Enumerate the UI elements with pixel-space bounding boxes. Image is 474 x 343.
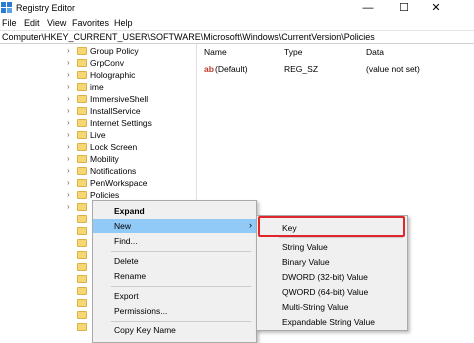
chevron-right-icon[interactable]: › bbox=[67, 178, 70, 187]
folder-icon bbox=[77, 287, 87, 295]
chevron-right-icon[interactable]: › bbox=[67, 82, 70, 91]
tree-item[interactable]: › PenWorkspace bbox=[0, 178, 195, 190]
string-value-icon: ab bbox=[204, 64, 214, 74]
context-menu: Expand New › Find... Delete Rename Export… bbox=[92, 200, 257, 343]
folder-icon bbox=[77, 227, 87, 235]
submenu-item-string-value[interactable]: String Value bbox=[257, 240, 407, 254]
folder-icon bbox=[77, 47, 87, 55]
submenu-item-dword-value[interactable]: DWORD (32-bit) Value bbox=[257, 270, 407, 284]
menu-separator bbox=[279, 237, 403, 238]
chevron-right-icon: › bbox=[249, 220, 252, 230]
title-bar: Registry Editor — ☐ ✕ bbox=[0, 0, 474, 17]
close-button[interactable]: ✕ bbox=[422, 0, 450, 17]
address-bar[interactable]: Computer\HKEY_CURRENT_USER\SOFTWARE\Micr… bbox=[0, 30, 474, 44]
address-path[interactable]: Computer\HKEY_CURRENT_USER\SOFTWARE\Micr… bbox=[2, 32, 375, 42]
value-name: (Default) bbox=[215, 64, 248, 74]
folder-icon bbox=[77, 275, 87, 283]
folder-icon bbox=[77, 71, 87, 79]
folder-icon bbox=[77, 203, 87, 211]
folder-icon bbox=[77, 215, 87, 223]
tree-item[interactable]: › Mobility bbox=[0, 154, 195, 166]
folder-icon bbox=[77, 311, 87, 319]
chevron-right-icon[interactable]: › bbox=[67, 94, 70, 103]
chevron-right-icon[interactable]: › bbox=[67, 46, 70, 55]
menu-separator bbox=[111, 321, 251, 322]
folder-icon bbox=[77, 107, 87, 115]
menu-item-export[interactable]: Export bbox=[93, 289, 256, 303]
menu-separator bbox=[111, 286, 251, 287]
folder-icon bbox=[77, 299, 87, 307]
tree-item[interactable]: › Notifications bbox=[0, 166, 195, 178]
menu-file[interactable]: File bbox=[2, 18, 17, 28]
menu-item-delete[interactable]: Delete bbox=[93, 254, 256, 268]
folder-icon bbox=[77, 95, 87, 103]
chevron-right-icon[interactable]: › bbox=[67, 130, 70, 139]
submenu-item-multi-string-value[interactable]: Multi-String Value bbox=[257, 300, 407, 314]
folder-icon bbox=[77, 167, 87, 175]
column-header-data[interactable]: Data bbox=[366, 47, 384, 57]
tree-item[interactable]: › Holographic bbox=[0, 70, 195, 82]
folder-icon bbox=[77, 83, 87, 91]
menu-help[interactable]: Help bbox=[114, 18, 133, 28]
menu-item-expand[interactable]: Expand bbox=[93, 204, 256, 218]
folder-icon bbox=[77, 119, 87, 127]
menu-bar: File Edit View Favorites Help bbox=[0, 17, 474, 30]
submenu-item-qword-value[interactable]: QWORD (64-bit) Value bbox=[257, 285, 407, 299]
tree-item[interactable]: › ImmersiveShell bbox=[0, 94, 195, 106]
chevron-right-icon[interactable]: › bbox=[67, 118, 70, 127]
window-title: Registry Editor bbox=[16, 3, 76, 13]
tree-item[interactable]: › Internet Settings bbox=[0, 118, 195, 130]
menu-item-new[interactable]: New › bbox=[93, 219, 256, 233]
menu-item-find[interactable]: Find... bbox=[93, 234, 256, 248]
chevron-right-icon[interactable]: › bbox=[67, 202, 70, 211]
value-type: REG_SZ bbox=[284, 64, 319, 74]
tree-item[interactable]: › Group Policy bbox=[0, 46, 195, 58]
registry-editor-icon bbox=[1, 2, 12, 13]
tree-item[interactable]: › GrpConv bbox=[0, 58, 195, 70]
folder-icon bbox=[77, 191, 87, 199]
menu-item-copy-key-name[interactable]: Copy Key Name bbox=[93, 323, 256, 337]
chevron-right-icon[interactable]: › bbox=[67, 154, 70, 163]
folder-icon bbox=[77, 263, 87, 271]
folder-icon bbox=[77, 143, 87, 151]
menu-edit[interactable]: Edit bbox=[24, 18, 40, 28]
menu-separator bbox=[111, 251, 251, 252]
folder-icon bbox=[77, 155, 87, 163]
chevron-right-icon[interactable]: › bbox=[67, 142, 70, 151]
maximize-button[interactable]: ☐ bbox=[390, 0, 418, 17]
submenu-item-binary-value[interactable]: Binary Value bbox=[257, 255, 407, 269]
value-data: (value not set) bbox=[366, 64, 420, 74]
folder-icon bbox=[77, 179, 87, 187]
value-row[interactable]: ab (Default) REG_SZ (value not set) bbox=[200, 63, 474, 75]
menu-view[interactable]: View bbox=[47, 18, 66, 28]
menu-item-rename[interactable]: Rename bbox=[93, 269, 256, 283]
minimize-button[interactable]: — bbox=[354, 0, 382, 17]
folder-icon bbox=[77, 323, 87, 331]
tree-item[interactable]: › Live bbox=[0, 130, 195, 142]
menu-favorites[interactable]: Favorites bbox=[72, 18, 109, 28]
tree-item[interactable]: › InstallService bbox=[0, 106, 195, 118]
folder-icon bbox=[77, 131, 87, 139]
folder-icon bbox=[77, 59, 87, 67]
chevron-right-icon[interactable]: › bbox=[67, 166, 70, 175]
menu-item-permissions[interactable]: Permissions... bbox=[93, 304, 256, 318]
annotation-highlight-box bbox=[258, 216, 405, 237]
folder-icon bbox=[77, 239, 87, 247]
chevron-right-icon[interactable]: › bbox=[67, 58, 70, 67]
column-header-type[interactable]: Type bbox=[284, 47, 302, 57]
chevron-right-icon[interactable]: › bbox=[67, 190, 70, 199]
tree-item[interactable]: › Lock Screen bbox=[0, 142, 195, 154]
list-header: Name Type Data bbox=[200, 47, 474, 59]
folder-icon bbox=[77, 251, 87, 259]
submenu-item-expandable-string-value[interactable]: Expandable String Value bbox=[257, 315, 407, 329]
chevron-right-icon[interactable]: › bbox=[67, 106, 70, 115]
chevron-right-icon[interactable]: › bbox=[67, 70, 70, 79]
column-header-name[interactable]: Name bbox=[204, 47, 227, 57]
tree-item[interactable]: › ime bbox=[0, 82, 195, 94]
